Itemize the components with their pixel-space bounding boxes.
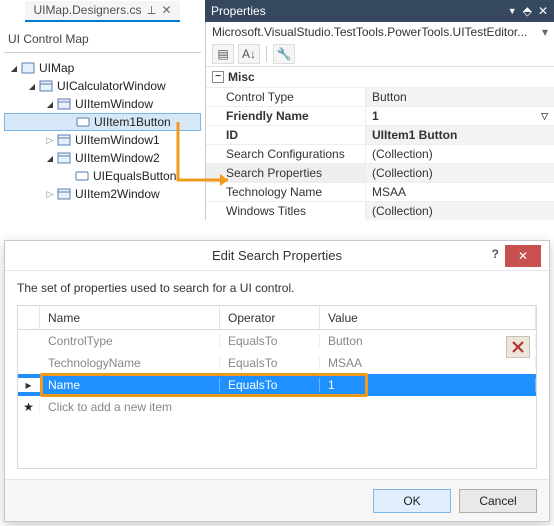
prop-id[interactable]: IDUIItem1 Button	[206, 125, 554, 144]
prop-search-configurations[interactable]: Search Configurations(Collection)	[206, 144, 554, 163]
star-icon: ★	[23, 400, 34, 414]
edit-search-properties-dialog: Edit Search Properties ? ✕ The set of pr…	[4, 240, 550, 522]
close-tab-icon[interactable]: ✕	[162, 3, 172, 17]
button-icon	[74, 169, 90, 183]
delete-row-button[interactable]	[506, 336, 530, 358]
expand-icon[interactable]	[44, 135, 56, 146]
category-misc[interactable]: − Misc	[206, 67, 554, 87]
col-name[interactable]: Name	[40, 306, 220, 329]
grid-new-row[interactable]: ★ Click to add a new item	[18, 396, 536, 418]
property-grid[interactable]: Control TypeButton Friendly Name1▽ IDUII…	[206, 87, 554, 220]
col-operator[interactable]: Operator	[220, 306, 320, 329]
expand-icon[interactable]	[26, 82, 38, 91]
window-icon	[56, 151, 72, 165]
pin-icon[interactable]: ⬘	[523, 4, 532, 18]
pin-icon[interactable]: ⟂	[147, 3, 155, 18]
property-pages-button[interactable]: 🔧	[273, 44, 295, 64]
window-icon	[56, 133, 72, 147]
grid-row-selected[interactable]: ▸ Name EqualsTo 1	[18, 374, 536, 396]
expand-icon[interactable]	[8, 64, 20, 73]
window-menu-icon[interactable]: ▼	[508, 6, 517, 16]
object-name: Microsoft.VisualStudio.TestTools.PowerTo…	[212, 25, 527, 39]
button-icon	[75, 115, 91, 129]
tree-view[interactable]: UIMap UICalculatorWindow UIItemWindow UI…	[4, 59, 201, 203]
tree-node-equalsbutton[interactable]: UIEqualsButton	[4, 167, 201, 185]
search-properties-grid[interactable]: Name Operator Value ControlType EqualsTo…	[17, 305, 537, 469]
tree-node-calculator[interactable]: UICalculatorWindow	[4, 77, 201, 95]
expand-icon[interactable]	[44, 154, 56, 163]
object-selector[interactable]: Microsoft.VisualStudio.TestTools.PowerTo…	[206, 22, 554, 42]
tab-filename: UIMap.Designers.cs	[33, 3, 141, 17]
close-button[interactable]: ✕	[505, 245, 541, 267]
tree-node-item2window[interactable]: UIItem2Window	[4, 185, 201, 203]
prop-control-type[interactable]: Control TypeButton	[206, 87, 554, 106]
window-icon	[56, 97, 72, 111]
cancel-button[interactable]: Cancel	[459, 489, 537, 513]
tree-node-itemwindow1[interactable]: UIItemWindow1	[4, 131, 201, 149]
expand-icon[interactable]	[44, 100, 56, 109]
help-button[interactable]: ?	[492, 247, 499, 261]
dialog-description: The set of properties used to search for…	[17, 281, 537, 295]
prop-friendly-name[interactable]: Friendly Name1▽	[206, 106, 554, 125]
chevron-down-icon[interactable]: ▽	[541, 111, 548, 122]
ok-button[interactable]: OK	[373, 489, 451, 513]
separator	[266, 46, 267, 62]
grid-row[interactable]: ControlType EqualsTo Button	[18, 330, 536, 352]
properties-header: Properties ▼ ⬘ ✕	[205, 0, 554, 22]
editor-tab[interactable]: UIMap.Designers.cs ⟂ ✕	[25, 1, 179, 22]
grid-row[interactable]: TechnologyName EqualsTo MSAA	[18, 352, 536, 374]
ui-control-map-title: UI Control Map	[4, 28, 201, 53]
tree-node-itemwindow[interactable]: UIItemWindow	[4, 95, 201, 113]
prop-windows-titles[interactable]: Windows Titles(Collection)	[206, 201, 554, 220]
expand-icon[interactable]	[44, 189, 56, 200]
row-selector-header	[18, 306, 40, 329]
chevron-down-icon[interactable]: ▾	[542, 25, 548, 39]
prop-search-properties[interactable]: Search Properties(Collection)	[206, 163, 554, 182]
tree-node-itemwindow2[interactable]: UIItemWindow2	[4, 149, 201, 167]
map-icon	[20, 61, 36, 75]
col-value[interactable]: Value	[320, 306, 536, 329]
window-icon	[56, 187, 72, 201]
categorized-button[interactable]: ▤	[212, 44, 234, 64]
tree-node-uimap[interactable]: UIMap	[4, 59, 201, 77]
tree-node-item1button[interactable]: UIItem1Button	[4, 113, 201, 131]
dialog-title: Edit Search Properties	[212, 248, 342, 263]
properties-title: Properties	[211, 4, 266, 18]
window-icon	[38, 79, 54, 93]
close-panel-icon[interactable]: ✕	[538, 4, 548, 18]
prop-technology-name[interactable]: Technology NameMSAA	[206, 182, 554, 201]
collapse-icon[interactable]: −	[212, 71, 224, 83]
alphabetical-button[interactable]: A↓	[238, 44, 260, 64]
